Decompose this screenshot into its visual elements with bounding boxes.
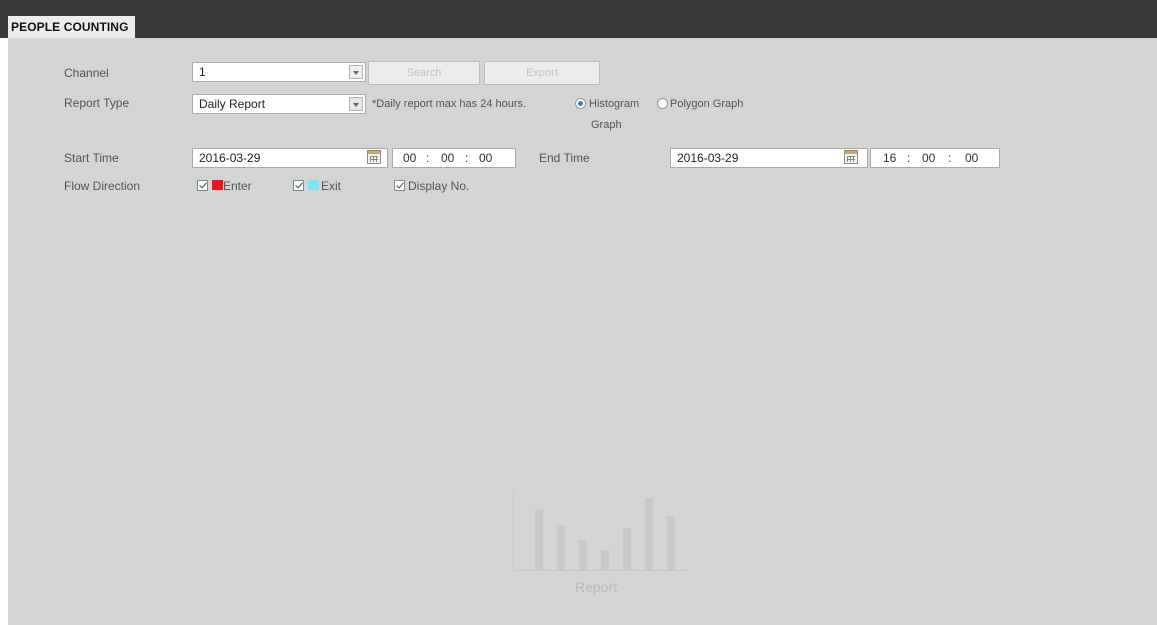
exit-label: Exit [321, 179, 342, 193]
channel-label: Channel [64, 66, 109, 80]
placeholder-axis-icon [513, 490, 514, 571]
start-minute: 00 [441, 151, 455, 165]
time-separator: : [465, 151, 469, 165]
content-panel: Channel 1 Search Export Report Type Dail… [8, 38, 1157, 625]
channel-select[interactable]: 1 [192, 62, 366, 82]
enter-color-swatch [212, 180, 223, 190]
end-date-value: 2016-03-29 [677, 151, 739, 165]
calendar-icon[interactable] [367, 150, 381, 164]
report-placeholder: Report [513, 490, 689, 620]
chevron-down-icon [349, 65, 363, 79]
end-time-input[interactable]: 16 : 00 : 00 [870, 148, 1000, 168]
placeholder-axis-icon [513, 570, 689, 571]
placeholder-bar-icon [535, 509, 543, 570]
search-button[interactable]: Search [368, 61, 480, 85]
end-date-input[interactable]: 2016-03-29 [670, 148, 868, 168]
end-hour: 16 [883, 151, 897, 165]
chevron-down-icon [349, 97, 363, 111]
channel-value: 1 [199, 65, 206, 79]
start-time-label: Start Time [64, 151, 119, 165]
top-bar: PEOPLE COUNTING [0, 0, 1157, 38]
end-time-label: End Time [539, 151, 590, 165]
start-date-value: 2016-03-29 [199, 151, 261, 165]
placeholder-bar-icon [667, 516, 675, 570]
polygon-graph-radio[interactable] [657, 98, 668, 109]
placeholder-bar-icon [623, 528, 631, 570]
exit-checkbox[interactable] [293, 180, 304, 191]
graph-wrap-label: Graph [591, 119, 622, 131]
exit-color-swatch [308, 180, 319, 190]
placeholder-bar-icon [579, 540, 587, 570]
histogram-radio[interactable] [575, 98, 586, 109]
end-minute: 00 [922, 151, 936, 165]
report-type-label: Report Type [64, 96, 130, 110]
histogram-label: Histogram [589, 98, 640, 110]
display-no-label: Display No. [408, 179, 470, 193]
polygon-graph-label: Polygon Graph [670, 98, 744, 110]
start-hour: 00 [403, 151, 417, 165]
start-second: 00 [479, 151, 493, 165]
time-separator: : [426, 151, 430, 165]
time-separator: : [948, 151, 952, 165]
calendar-icon[interactable] [844, 150, 858, 164]
report-type-note: *Daily report max has 24 hours. [372, 98, 527, 110]
export-button[interactable]: Export [484, 61, 600, 85]
report-type-value: Daily Report [199, 97, 266, 111]
enter-checkbox[interactable] [197, 180, 208, 191]
report-type-select[interactable]: Daily Report [192, 94, 366, 114]
start-time-input[interactable]: 00 : 00 : 00 [392, 148, 516, 168]
page-title-tab[interactable]: PEOPLE COUNTING [8, 16, 135, 38]
placeholder-bar-icon [557, 525, 565, 570]
placeholder-bar-icon [601, 550, 609, 570]
placeholder-bar-icon [645, 498, 653, 570]
start-date-input[interactable]: 2016-03-29 [192, 148, 388, 168]
display-no-checkbox[interactable] [394, 180, 405, 191]
report-placeholder-label: Report [575, 579, 618, 595]
flow-direction-label: Flow Direction [64, 179, 141, 193]
enter-label: Enter [223, 179, 252, 193]
end-second: 00 [965, 151, 979, 165]
time-separator: : [907, 151, 911, 165]
